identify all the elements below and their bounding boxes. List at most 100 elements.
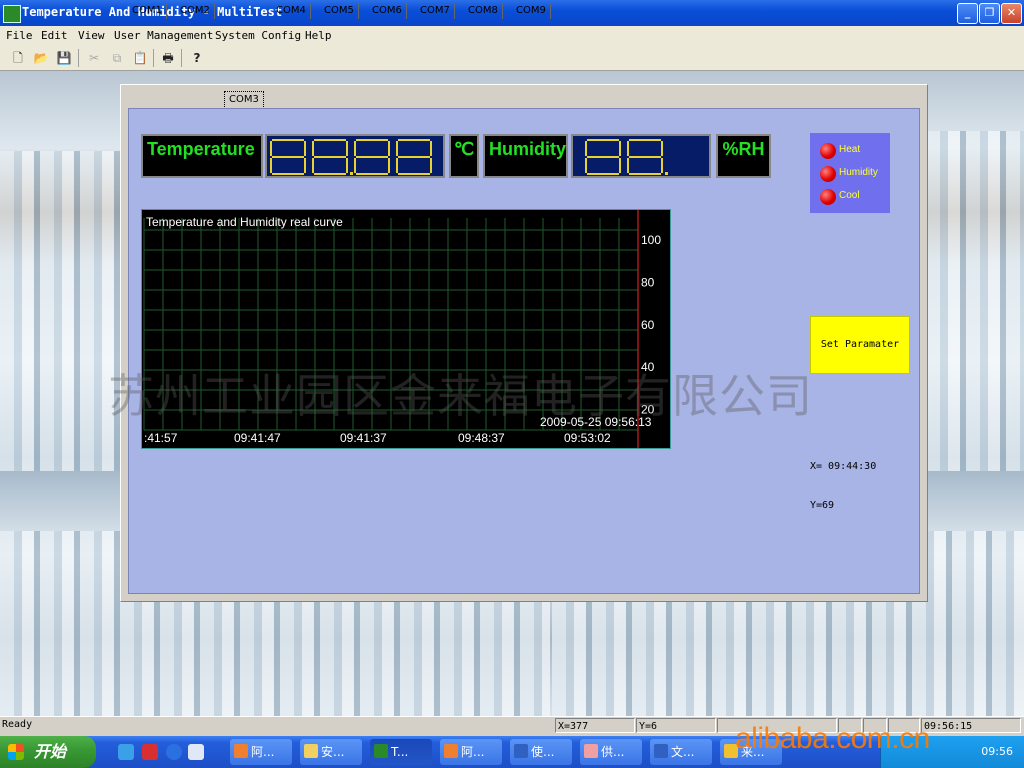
chart-title: Temperature and Humidity real curve (146, 215, 343, 229)
toolbar-separator (78, 49, 79, 67)
taskbar-item-label: 阿... (461, 745, 485, 759)
quick-launch-icon[interactable] (142, 744, 158, 760)
alibaba-watermark: alibaba.com.cn (735, 722, 930, 755)
lcd-digit (354, 139, 390, 175)
menu-edit[interactable]: Edit (41, 29, 68, 42)
x-tick-label: 09:53:02 (564, 431, 611, 445)
minimize-button[interactable]: _ (957, 3, 978, 24)
lcd-digit (396, 139, 432, 175)
app-icon (3, 5, 21, 23)
tab-com1[interactable]: COM1 (128, 3, 167, 19)
app-icon (444, 744, 458, 758)
taskbar-item-label: 使... (531, 745, 555, 759)
taskbar-item[interactable]: 供... (580, 739, 642, 765)
lcd-digit (312, 139, 348, 175)
toolbar-separator (153, 49, 154, 67)
ie-icon[interactable] (166, 744, 182, 760)
y-tick-label: 100 (641, 233, 661, 247)
close-button[interactable]: ✕ (1001, 3, 1022, 24)
decimal-point (665, 172, 668, 175)
cool-indicator-label: Cool (839, 190, 860, 201)
tab-com7[interactable]: COM7 (416, 3, 455, 19)
taskbar-item-label: 阿... (251, 745, 275, 759)
taskbar-item-label: 供... (601, 745, 625, 759)
restore-button[interactable]: ❐ (979, 3, 1000, 24)
help-icon[interactable]: ? (189, 50, 205, 66)
menu-user-management[interactable]: User Management (114, 29, 213, 42)
set-parameter-button[interactable]: Set Paramater (810, 316, 910, 374)
y-tick-label: 60 (641, 318, 655, 332)
new-file-icon[interactable]: 🗋 (10, 50, 26, 66)
tab-com4[interactable]: COM4 (272, 3, 311, 19)
app-icon (584, 744, 598, 758)
menu-bar: File Edit View User Management System Co… (0, 26, 1024, 47)
status-ready: Ready (2, 719, 33, 730)
indicator-panel: Heat Humidity Cool (810, 133, 890, 213)
paste-icon[interactable]: 📋 (132, 50, 148, 66)
humidity-display (571, 134, 711, 178)
taskbar-item[interactable]: 阿... (440, 739, 502, 765)
temperature-display (265, 134, 445, 178)
tab-com9[interactable]: COM9 (512, 3, 551, 19)
quick-launch-icon[interactable] (188, 744, 204, 760)
taskbar-item-label: 文... (671, 745, 695, 759)
app-icon (374, 744, 388, 758)
cool-led-icon (820, 189, 836, 205)
tab-com8[interactable]: COM8 (464, 3, 503, 19)
word-icon (654, 744, 668, 758)
x-tick-label: :41:57 (144, 431, 178, 445)
start-label: 开始 (34, 742, 67, 761)
y-tick-label: 80 (641, 275, 655, 289)
taskbar-item[interactable]: 使... (510, 739, 572, 765)
tab-com5[interactable]: COM5 (320, 3, 359, 19)
tab-com6[interactable]: COM6 (368, 3, 407, 19)
word-icon (514, 744, 528, 758)
humidity-led-icon (820, 166, 836, 182)
status-time: 09:56:15 (921, 718, 1021, 733)
x-tick-label: 09:41:47 (234, 431, 281, 445)
open-folder-icon[interactable]: 📂 (33, 50, 49, 66)
toolbar: 🗋 📂 💾 ✂ ⧉ 📋 🖶 ? (0, 46, 1024, 71)
cursor-y-readout: Y=69 (810, 500, 835, 511)
lcd-digit (627, 139, 663, 175)
humidity-label: Humidity (483, 134, 568, 178)
temperature-label: Temperature (141, 134, 263, 178)
lcd-digit (270, 139, 306, 175)
decimal-point (350, 172, 353, 175)
cut-icon[interactable]: ✂ (86, 50, 102, 66)
menu-file[interactable]: File (6, 29, 33, 42)
menu-view[interactable]: View (78, 29, 105, 42)
menu-help[interactable]: Help (305, 29, 332, 42)
lcd-digit (585, 139, 621, 175)
print-icon[interactable]: 🖶 (160, 50, 176, 66)
cursor-x-readout: X= 09:44:30 (810, 461, 877, 472)
taskbar-item-label: 安... (321, 745, 345, 759)
taskbar-item[interactable]: 文... (650, 739, 712, 765)
windows-logo-icon (8, 744, 24, 760)
heat-led-icon (820, 143, 836, 159)
toolbar-separator (181, 49, 182, 67)
taskbar-item[interactable]: 安... (300, 739, 362, 765)
x-tick-label: 09:41:37 (340, 431, 387, 445)
status-x: X=377 (555, 718, 635, 733)
celsius-unit: ℃ (449, 134, 479, 178)
tab-com3[interactable]: COM3 (224, 91, 264, 109)
status-y: Y=6 (636, 718, 716, 733)
menu-system-config[interactable]: System Config (215, 29, 301, 42)
folder-icon (304, 744, 318, 758)
copy-icon[interactable]: ⧉ (109, 50, 125, 66)
taskbar-item[interactable]: 阿... (230, 739, 292, 765)
x-tick-label: 09:48:37 (458, 431, 505, 445)
app-icon (234, 744, 248, 758)
taskbar-item-label: T... (391, 745, 409, 759)
rh-unit: %RH (716, 134, 771, 178)
taskbar-item-active[interactable]: T... (370, 739, 432, 765)
quick-launch-icon[interactable] (118, 744, 134, 760)
tab-com2[interactable]: COM2 (176, 3, 215, 19)
heat-indicator-label: Heat (839, 144, 861, 155)
company-watermark: 苏州工业园区金来福电子有限公司 (108, 369, 813, 423)
save-icon[interactable]: 💾 (56, 50, 72, 66)
start-button[interactable]: 开始 (0, 736, 96, 768)
humidity-indicator-label: Humidity (839, 167, 878, 178)
clock[interactable]: 09:56 (981, 745, 1013, 758)
